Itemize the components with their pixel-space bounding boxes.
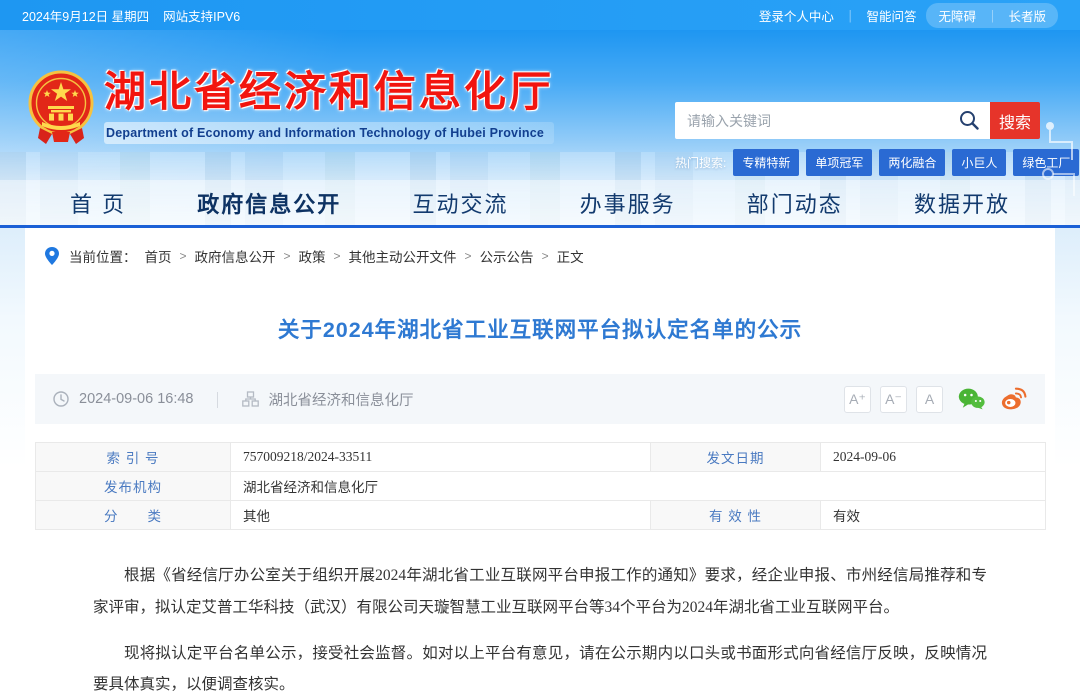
search-box xyxy=(675,102,990,139)
publisher-value: 湖北省经济和信息化厅 xyxy=(230,471,1046,501)
wechat-share-icon[interactable] xyxy=(958,387,985,411)
search-zone: 搜索 热门搜索: 专精特新 单项冠军 两化融合 小巨人 绿色工厂 xyxy=(675,102,1080,196)
login-personal-center-link[interactable]: 登录个人中心 xyxy=(759,6,834,25)
site-brand[interactable]: 湖北省经济和信息化厅 Department of Economy and Inf… xyxy=(28,68,555,148)
article-paragraph-2: 现将拟认定平台名单公示，接受社会监督。如对以上平台有意见，请在公示期内以口头或书… xyxy=(93,644,987,691)
category-value: 其他 xyxy=(230,500,651,530)
breadcrumb-policy[interactable]: 政策 xyxy=(299,246,326,266)
article-title: 关于2024年湖北省工业互联网平台拟认定名单的公示 xyxy=(277,318,803,342)
pill-separator: ｜ xyxy=(985,9,999,24)
topbar-separator: ｜ xyxy=(843,9,857,24)
content-area: 当前位置： 首页 > 政府信息公开 > 政策 > 其他主动公开文件 > 公示公告… xyxy=(0,228,1080,691)
breadcrumb-label: 当前位置： xyxy=(69,250,137,265)
hot-search-label: 热门搜索: xyxy=(675,156,727,170)
nav-item-home[interactable]: 首 页 xyxy=(70,187,126,219)
nav-divider-line xyxy=(0,225,1080,228)
hot-tag-danxiangguanjun[interactable]: 单项冠军 xyxy=(806,149,873,176)
site-title: 湖北省经济和信息化厅 xyxy=(104,68,555,115)
index-number-label: 索 引 号 xyxy=(35,442,231,472)
nav-item-services[interactable]: 办事服务 xyxy=(580,187,676,219)
font-size-smaller-button[interactable]: A⁻ xyxy=(880,385,907,413)
nav-item-gov-info[interactable]: 政府信息公开 xyxy=(197,187,341,219)
top-utility-bar: 2024年9月12日 星期四 网站支持IPV6 登录个人中心 ｜ 智能问答 无障… xyxy=(0,0,1080,30)
breadcrumb-separator: > xyxy=(333,249,341,263)
smart-qa-link[interactable]: 智能问答 xyxy=(866,6,916,25)
location-pin-icon xyxy=(45,247,59,265)
breadcrumb-announcements[interactable]: 公示公告 xyxy=(480,246,534,266)
meta-separator: ｜ xyxy=(209,393,226,410)
issue-date-label: 发文日期 xyxy=(650,442,821,472)
breadcrumb-separator: > xyxy=(179,249,187,263)
main-navigation: 首 页 政府信息公开 互动交流 办事服务 部门动态 数据开放 xyxy=(0,180,1080,225)
current-date: 2024年9月12日 星期四 xyxy=(22,9,150,24)
publisher-label: 发布机构 xyxy=(35,471,231,501)
ipv6-notice: 网站支持IPV6 xyxy=(163,9,241,24)
table-row: 索 引 号 757009218/2024-33511 发文日期 2024-09-… xyxy=(35,442,1046,472)
table-row: 发布机构 湖北省经济和信息化厅 xyxy=(35,471,1046,501)
publish-time: 2024-09-06 16:48 xyxy=(79,391,194,407)
validity-value: 有效 xyxy=(820,500,1046,530)
elder-version-link[interactable]: 长者版 xyxy=(1008,6,1046,25)
article-body: 根据《省经信厅办公室关于组织开展2024年湖北省工业互联网平台申报工作的通知》要… xyxy=(35,530,1045,691)
breadcrumb-current[interactable]: 正文 xyxy=(557,246,584,266)
clock-icon xyxy=(53,391,69,407)
validity-label: 有 效 性 xyxy=(650,500,821,530)
nav-item-open-data[interactable]: 数据开放 xyxy=(914,187,1010,219)
weibo-share-icon[interactable] xyxy=(1000,387,1027,411)
document-info-table: 索 引 号 757009218/2024-33511 发文日期 2024-09-… xyxy=(35,442,1046,530)
site-subtitle-english: Department of Economy and Information Te… xyxy=(104,122,555,145)
nav-item-department-news[interactable]: 部门动态 xyxy=(747,187,843,219)
site-header: 湖北省经济和信息化厅 Department of Economy and Inf… xyxy=(0,30,1080,228)
article-source: 湖北省经济和信息化厅 xyxy=(268,392,414,409)
article-meta-bar: 2024-09-06 16:48 ｜ 湖北省经济和信息化厅 A⁺ A⁻ A xyxy=(35,374,1045,424)
breadcrumb-other-docs[interactable]: 其他主动公开文件 xyxy=(349,246,457,266)
table-row: 分 类 其他 有 效 性 有效 xyxy=(35,500,1046,530)
accessibility-link[interactable]: 无障碍 xyxy=(938,6,976,25)
breadcrumb-gov-info[interactable]: 政府信息公开 xyxy=(195,246,276,266)
font-size-normal-button[interactable]: A xyxy=(916,385,943,413)
organization-icon xyxy=(241,391,259,407)
issue-date-value: 2024-09-06 xyxy=(820,442,1046,472)
hot-tag-lianghuaronghe[interactable]: 两化融合 xyxy=(879,149,946,176)
category-label: 分 类 xyxy=(35,500,231,530)
hot-tag-xiaojuren[interactable]: 小巨人 xyxy=(952,149,1007,176)
nav-item-interaction[interactable]: 互动交流 xyxy=(412,187,508,219)
breadcrumb: 当前位置： 首页 > 政府信息公开 > 政策 > 其他主动公开文件 > 公示公告… xyxy=(35,228,1045,266)
breadcrumb-separator: > xyxy=(541,249,549,263)
hot-tag-zhuanjingtexin[interactable]: 专精特新 xyxy=(733,149,800,176)
index-number-value: 757009218/2024-33511 xyxy=(230,442,651,472)
national-emblem-logo xyxy=(28,70,94,144)
search-icon[interactable] xyxy=(958,109,980,131)
font-size-larger-button[interactable]: A⁺ xyxy=(844,385,871,413)
search-button[interactable]: 搜索 xyxy=(990,102,1040,139)
article-paragraph-1: 根据《省经信厅办公室关于组织开展2024年湖北省工业互联网平台申报工作的通知》要… xyxy=(93,567,987,616)
breadcrumb-separator: > xyxy=(464,249,472,263)
accessibility-pill: 无障碍 ｜ 长者版 xyxy=(926,2,1058,28)
breadcrumb-separator: > xyxy=(283,249,291,263)
search-input[interactable] xyxy=(675,102,990,139)
breadcrumb-home[interactable]: 首页 xyxy=(145,246,172,266)
article-card: 当前位置： 首页 > 政府信息公开 > 政策 > 其他主动公开文件 > 公示公告… xyxy=(25,228,1055,691)
